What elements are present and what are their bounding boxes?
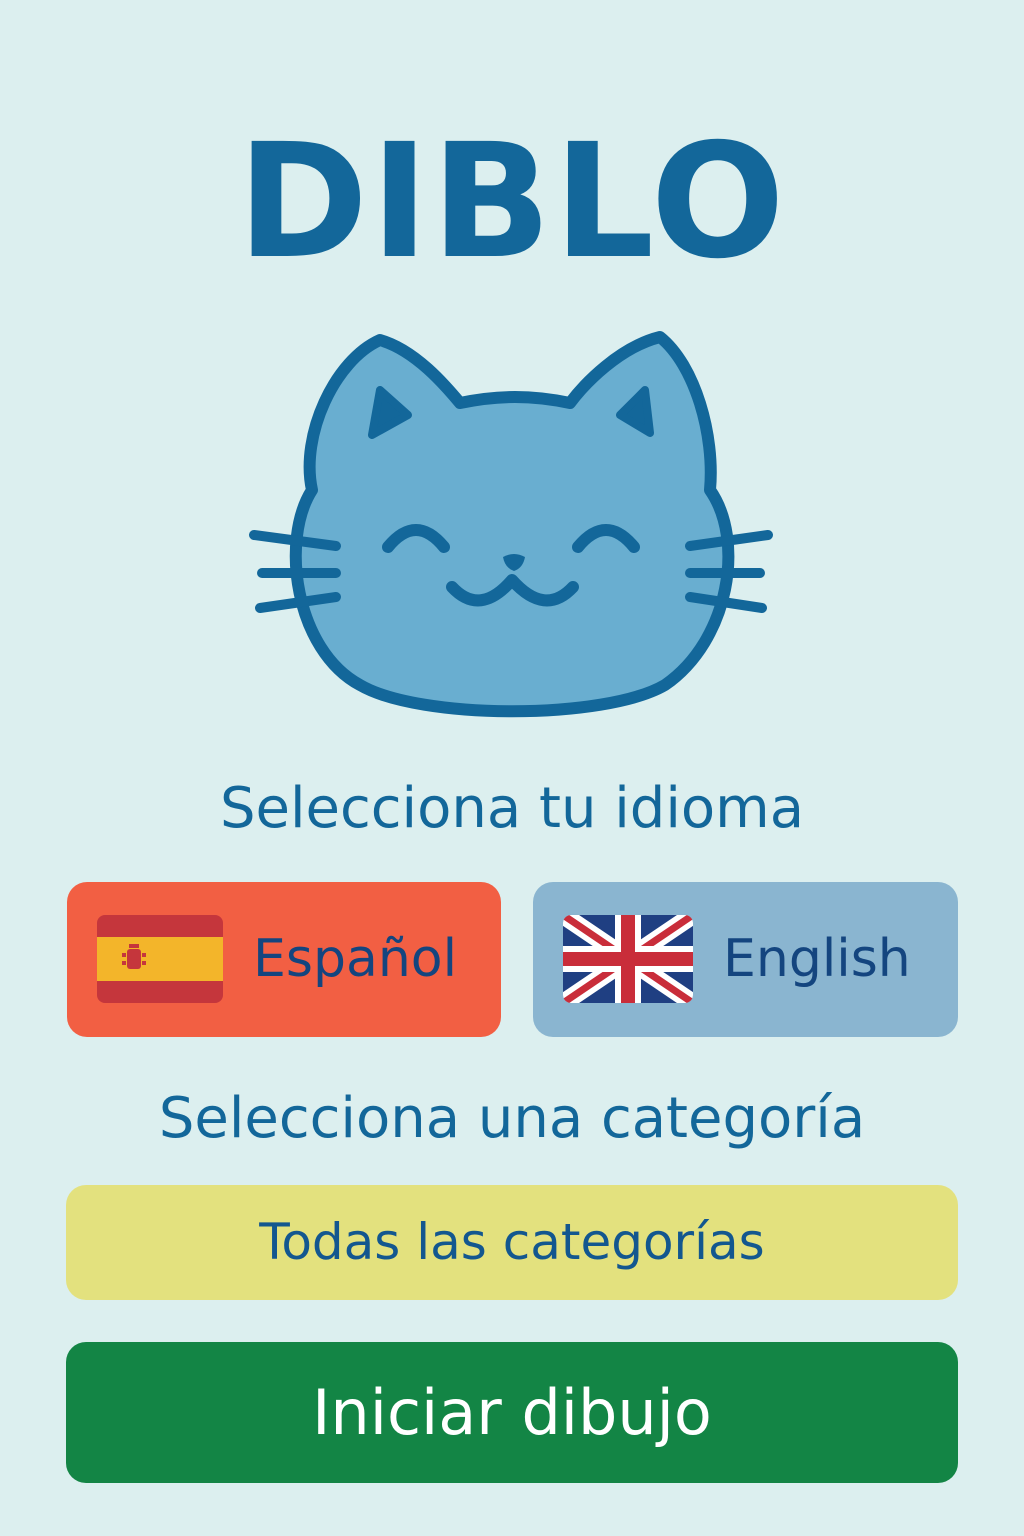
language-heading: Selecciona tu idioma <box>219 776 805 841</box>
app-title: DIBLO <box>237 110 787 294</box>
language-option-english[interactable]: English <box>533 882 958 1037</box>
spain-flag-icon <box>97 915 223 1003</box>
category-heading: Selecciona una categoría <box>158 1086 866 1151</box>
language-selection-screen: DIBLO Selecciona tu idioma Español Engli… <box>0 0 1024 1536</box>
start-drawing-button[interactable]: Iniciar dibujo <box>66 1342 958 1483</box>
language-option-spanish[interactable]: Español <box>67 882 501 1037</box>
language-option-label: Español <box>253 929 458 989</box>
category-select[interactable]: Todas las categorías <box>66 1185 958 1300</box>
language-option-label: English <box>723 929 911 989</box>
uk-flag-icon <box>563 915 693 1003</box>
cat-face-icon <box>249 331 773 718</box>
